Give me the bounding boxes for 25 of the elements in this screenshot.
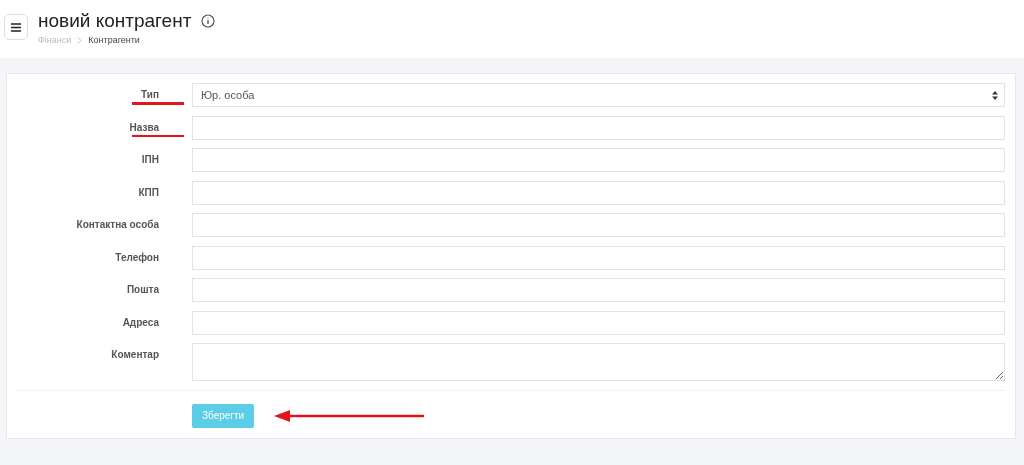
input-field[interactable] [192,180,1005,205]
field-label: ІПН [141,154,159,165]
info-icon [201,14,216,28]
menu-icon [11,22,21,32]
comment-textarea[interactable] [192,343,1005,381]
input-field[interactable] [192,245,1005,270]
page-title: новий контрагент [38,10,192,32]
field-label: Телефон [115,251,159,263]
chevron-icon [77,36,83,44]
sort-arrows-icon [992,90,998,100]
field-label: Тип [141,89,159,100]
breadcrumb-link[interactable]: Контрагенти [88,35,140,45]
field-label: Пошта [126,284,159,295]
field-label: КПП [138,186,159,198]
menu-button[interactable] [4,14,28,40]
field-label: Коментар [111,349,159,360]
input-field[interactable] [192,213,1005,237]
input-field[interactable] [192,278,1005,302]
field-label: Адреса [122,316,159,328]
input-field[interactable] [192,115,1005,140]
type-select[interactable]: Юр. особа [192,83,1005,107]
input-field[interactable] [192,148,1005,172]
field-label: Контактна особа [76,219,159,230]
input-field[interactable] [192,310,1005,335]
field-label: Назва [129,121,159,133]
